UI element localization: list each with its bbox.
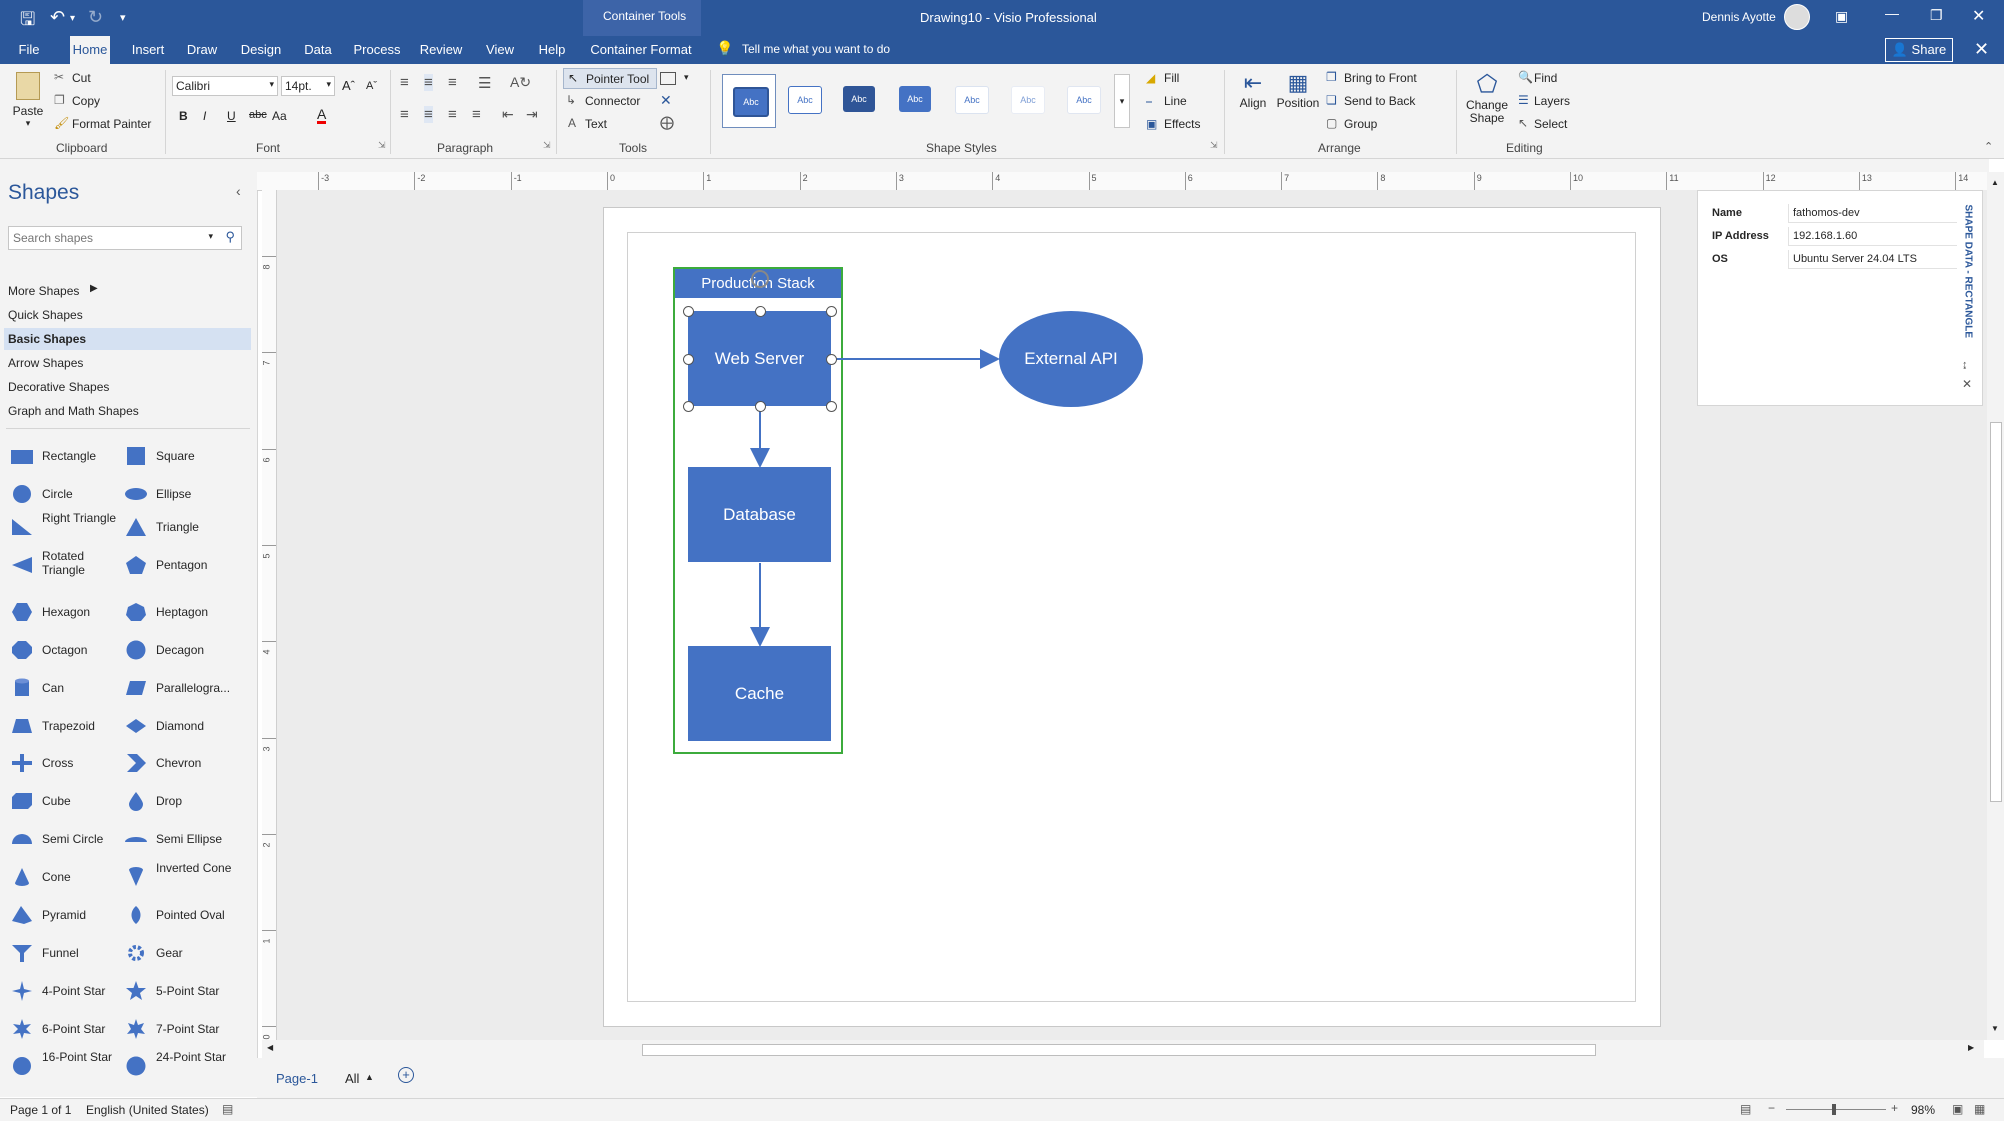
- vertical-scroll-thumb[interactable]: [1990, 422, 2002, 802]
- zoom-in-icon[interactable]: +: [1891, 1101, 1898, 1115]
- page-tabs-bar: Page-1 All ▲ +: [257, 1058, 2004, 1098]
- connectors-layer: [750, 349, 1000, 647]
- language[interactable]: English (United States): [86, 1103, 209, 1117]
- node-database[interactable]: Database: [688, 467, 831, 562]
- node-external-api[interactable]: External API: [999, 311, 1143, 407]
- close-panel-icon[interactable]: ✕: [1962, 377, 1972, 391]
- scroll-down-icon[interactable]: ▼: [1991, 1024, 1999, 1033]
- shape-data-value[interactable]: fathomos-dev: [1788, 204, 1957, 223]
- switch-windows-icon[interactable]: ▦: [1974, 1102, 1985, 1116]
- selection-handle[interactable]: [826, 306, 837, 317]
- selection-handle[interactable]: [683, 354, 694, 365]
- status-bar: Page 1 of 1 English (United States) ▤ ▤ …: [0, 1098, 2004, 1121]
- selection-handle[interactable]: [755, 401, 766, 412]
- node-cache[interactable]: Cache: [688, 646, 831, 741]
- page-count[interactable]: Page 1 of 1: [10, 1103, 71, 1117]
- shape-data-key: IP Address: [1712, 230, 1769, 242]
- horizontal-scrollbar[interactable]: ◀ ▶: [262, 1040, 1984, 1058]
- zoom-out-icon[interactable]: −: [1768, 1101, 1775, 1115]
- page-tab-all[interactable]: All: [345, 1071, 359, 1086]
- macro-icon[interactable]: ▤: [222, 1102, 233, 1116]
- add-page-icon[interactable]: +: [398, 1067, 414, 1083]
- page-tab-current[interactable]: Page-1: [276, 1071, 318, 1086]
- chevron-up-icon: ▲: [365, 1072, 374, 1082]
- zoom-level[interactable]: 98%: [1911, 1103, 1935, 1117]
- shape-data-title-text: SHAPE DATA - RECTANGLE: [1962, 204, 1974, 339]
- presentation-mode-icon[interactable]: ▤: [1740, 1102, 1751, 1116]
- shape-data-key: Name: [1712, 207, 1742, 219]
- selection-handle[interactable]: [755, 306, 766, 317]
- selection-handle[interactable]: [826, 354, 837, 365]
- scroll-left-icon[interactable]: ◀: [267, 1043, 273, 1052]
- shape-data-panel-title: SHAPE DATA - RECTANGLE: [1960, 203, 1974, 353]
- selection-handle[interactable]: [826, 401, 837, 412]
- node-web-server[interactable]: Web Server: [688, 311, 831, 406]
- shape-data-panel: Name fathomos-dev IP Address 192.168.1.60 OS…: [1697, 190, 1983, 406]
- vertical-scrollbar[interactable]: ▲ ▼: [1987, 172, 2004, 1040]
- shape-data-value[interactable]: 192.168.1.60: [1788, 227, 1957, 246]
- shape-data-value[interactable]: Ubuntu Server 24.04 LTS: [1788, 250, 1957, 269]
- horizontal-scroll-thumb[interactable]: [642, 1044, 1596, 1056]
- shape-data-key: OS: [1712, 253, 1728, 265]
- zoom-slider[interactable]: [1786, 1109, 1886, 1110]
- scroll-up-icon[interactable]: ▲: [1991, 178, 1999, 187]
- scroll-right-icon[interactable]: ▶: [1968, 1043, 1974, 1052]
- zoom-slider-thumb[interactable]: [1832, 1104, 1836, 1115]
- pin-icon[interactable]: ↨: [1962, 359, 1968, 371]
- selection-handle[interactable]: [683, 306, 694, 317]
- fit-page-icon[interactable]: ▣: [1952, 1102, 1963, 1116]
- selection-handle[interactable]: [683, 401, 694, 412]
